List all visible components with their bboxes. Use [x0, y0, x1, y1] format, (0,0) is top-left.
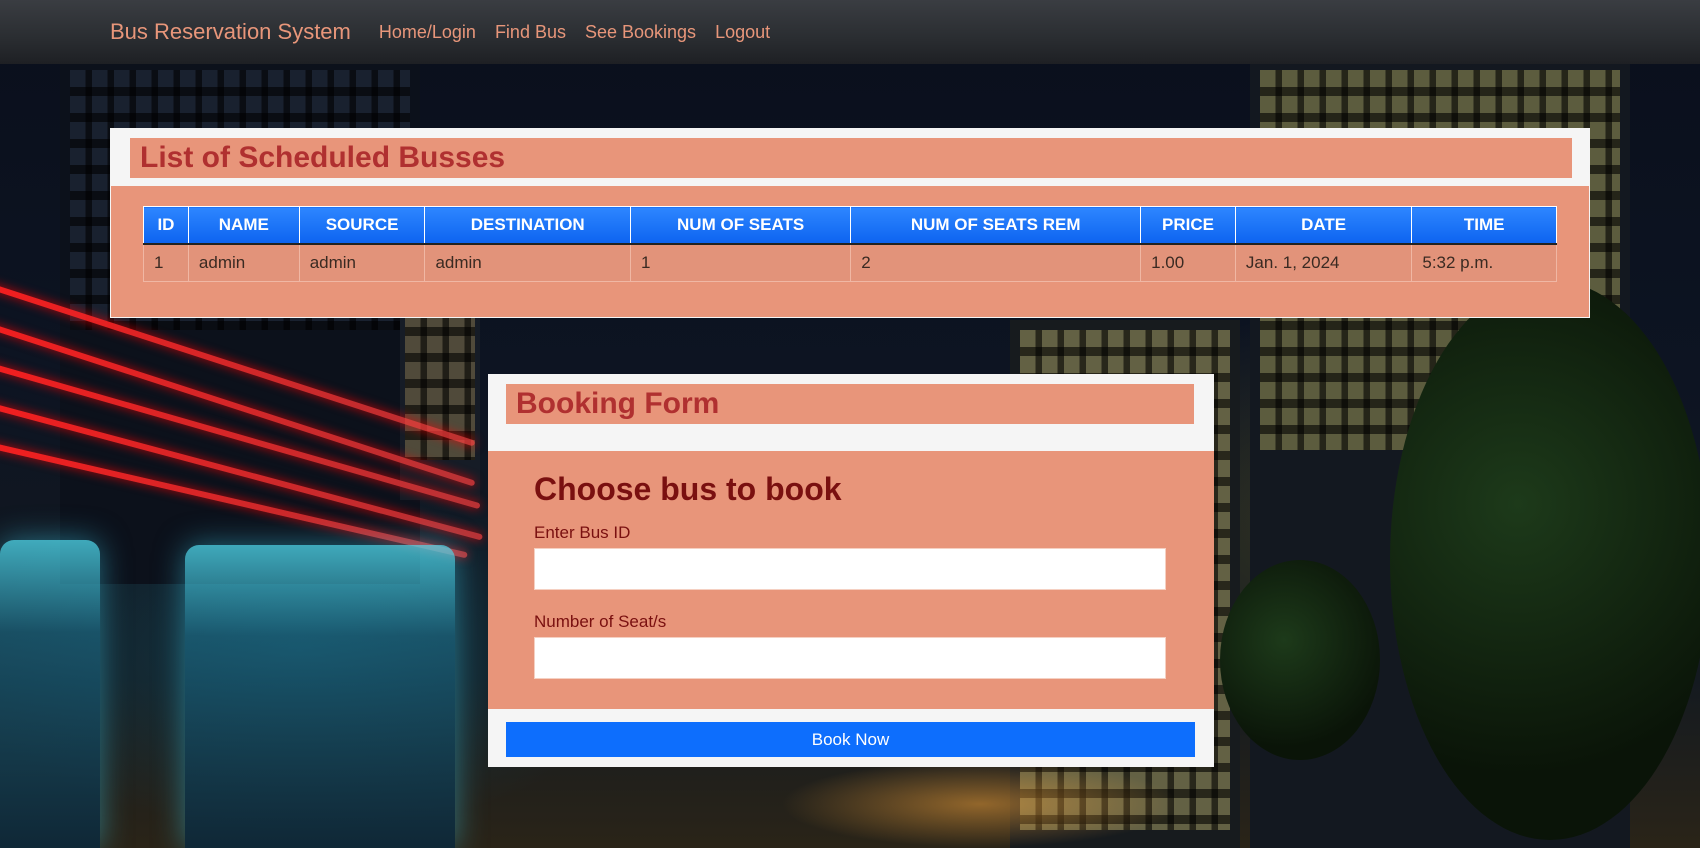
nav-find-bus-link[interactable]: Find Bus: [495, 22, 566, 43]
cell-time: 5:32 p.m.: [1411, 243, 1557, 282]
bus-id-input[interactable]: [534, 548, 1166, 590]
cell-date: Jan. 1, 2024: [1234, 243, 1413, 282]
booking-form-title: Booking Form: [506, 384, 1194, 424]
cell-num-of-seats: 1: [630, 243, 852, 282]
panel-header: List of Scheduled Busses: [111, 129, 1589, 186]
table-row: 1 admin admin admin 1 2 1.00 Jan. 1, 202…: [143, 243, 1557, 282]
column-header-num-of-seats: NUM OF SEATS: [630, 206, 852, 245]
brand-link[interactable]: Bus Reservation System: [110, 19, 351, 45]
scheduled-busses-title: List of Scheduled Busses: [130, 138, 1572, 178]
column-header-num-of-seats-rem: NUM OF SEATS REM: [850, 206, 1142, 245]
cell-name: admin: [187, 243, 300, 282]
column-header-name: NAME: [187, 206, 300, 245]
column-header-source: SOURCE: [298, 206, 426, 245]
column-header-id: ID: [143, 206, 189, 245]
choose-bus-heading: Choose bus to book: [534, 471, 842, 507]
booking-form-body: Choose bus to book Enter Bus ID Number o…: [488, 451, 1214, 709]
seats-label: Number of Seat/s: [534, 612, 667, 631]
cell-price: 1.00: [1140, 243, 1236, 282]
column-header-time: TIME: [1411, 206, 1557, 245]
street-light-glow: [780, 760, 1180, 848]
booking-form-panel: Booking Form Choose bus to book Enter Bu…: [488, 374, 1214, 767]
nav-logout-link[interactable]: Logout: [715, 22, 770, 43]
seats-input[interactable]: [534, 637, 1166, 679]
cell-source: admin: [298, 243, 426, 282]
cell-num-of-seats-rem: 2: [850, 243, 1142, 282]
cell-id: 1: [143, 243, 189, 282]
table-header-row: ID NAME SOURCE DESTINATION NUM OF SEATS …: [143, 206, 1557, 245]
column-header-date: DATE: [1234, 206, 1413, 245]
top-navbar: Bus Reservation System Home/Login Find B…: [0, 0, 1700, 64]
scheduled-busses-panel: List of Scheduled Busses ID NAME SOURCE …: [110, 128, 1590, 318]
bus-schedule-table: ID NAME SOURCE DESTINATION NUM OF SEATS …: [143, 206, 1557, 282]
column-header-price: PRICE: [1140, 206, 1236, 245]
nav-links: Home/Login Find Bus See Bookings Logout: [379, 22, 789, 43]
book-now-button[interactable]: Book Now: [506, 722, 1195, 757]
nav-see-bookings-link[interactable]: See Bookings: [585, 22, 696, 43]
column-header-destination: DESTINATION: [424, 206, 632, 245]
bus-id-label: Enter Bus ID: [534, 523, 631, 542]
nav-home-login-link[interactable]: Home/Login: [379, 22, 476, 43]
cell-destination: admin: [424, 243, 632, 282]
